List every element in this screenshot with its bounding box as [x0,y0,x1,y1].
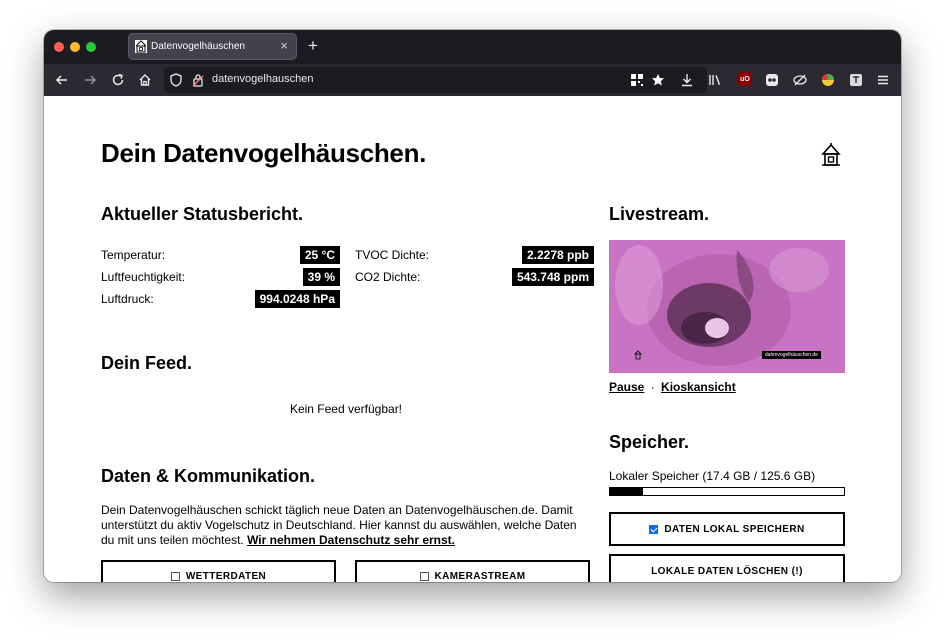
zoom-window-button[interactable] [86,42,96,52]
weather-data-checkbox[interactable] [170,571,180,581]
close-window-button[interactable] [54,42,64,52]
save-locally-label: DATEN LOKAL SPEICHERN [664,523,805,535]
controls-separator: · [650,380,655,394]
url-text[interactable]: datenvogelhauschen [212,73,314,85]
camera-stream-checkbox[interactable] [419,571,429,581]
livestream-video[interactable]: datenvogelhäuschen.de [609,240,845,373]
stream-watermark: datenvogelhäuschen.de [761,351,821,359]
camera-stream-toggle-button[interactable]: KAMERASTREAM [355,560,590,582]
co2-value: 543.748 ppm [511,268,594,286]
color-extension-icon[interactable] [819,71,837,89]
downloads-icon[interactable] [678,71,696,89]
data-communication-heading: Daten & Kommunikation. [101,466,316,486]
reload-icon[interactable] [109,71,127,89]
translate-extension-icon[interactable] [847,71,865,89]
humidity-value: 39 % [302,268,340,286]
storage-heading: Speicher. [609,432,690,452]
temperature-label: Temperatur: [101,248,166,262]
tab-close-icon[interactable]: × [280,38,288,54]
menu-hamburger-icon[interactable] [874,71,892,89]
privacy-extension-icon[interactable] [791,71,809,89]
browser-tab[interactable]: Datenvogelhäuschen × [128,33,297,60]
feed-heading: Dein Feed. [101,353,193,373]
weather-data-toggle-button[interactable]: WETTERDATEN [101,560,336,582]
camera-stream-label: KAMERASTREAM [434,570,526,582]
humidity-label: Luftfeuchtigkeit: [101,270,186,284]
birdhouse-logo-icon[interactable] [821,143,841,167]
navigation-bar: datenvogelhauschen uO [44,64,901,96]
page-content: Dein Datenvogelhäuschen. Aktueller Statu… [44,96,901,582]
stream-birdhouse-icon [634,350,642,360]
data-communication-text: Dein Datenvogelhäuschen schickt täglich … [101,503,591,548]
browser-window: Datenvogelhäuschen × + datenvogelhausche… [44,30,901,582]
weather-data-label: WETTERDATEN [185,570,267,582]
url-bar[interactable]: datenvogelhauschen [164,67,707,93]
tab-bar: Datenvogelhäuschen × + [44,30,901,64]
home-icon[interactable] [136,71,154,89]
kiosk-view-link[interactable]: Kioskansicht [661,380,736,394]
save-locally-toggle-button[interactable]: DATEN LOKAL SPEICHERN [609,512,845,546]
pressure-label: Luftdruck: [101,292,154,306]
ublock-origin-icon[interactable]: uO [738,72,752,86]
forward-icon[interactable] [81,71,99,89]
minimize-window-button[interactable] [70,42,80,52]
tvoc-label: TVOC Dichte: [355,248,430,262]
tracking-protection-shield-icon[interactable] [170,73,182,87]
page-title: Dein Datenvogelhäuschen. [101,138,427,168]
back-icon[interactable] [53,71,71,89]
birdhouse-favicon-icon [135,40,147,53]
co2-label: CO2 Dichte: [355,270,421,284]
save-locally-checkbox[interactable] [649,524,659,534]
local-storage-label: Lokaler Speicher (17.4 GB / 125.6 GB) [609,469,816,483]
delete-local-data-label: LOKALE DATEN LÖSCHEN (!) [651,565,803,577]
storage-progress-bar [609,487,845,496]
pressure-value: 994.0248 hPa [254,290,340,308]
livestream-controls: Pause · Kioskansicht [609,380,736,394]
livestream-heading: Livestream. [609,204,710,224]
privacy-link[interactable]: Wir nehmen Datenschutz sehr ernst. [247,533,455,547]
feed-empty-message: Kein Feed verfügbar! [289,402,403,416]
tvoc-value: 2.2278 ppb [521,246,594,264]
ghostery-icon[interactable] [763,71,781,89]
tab-title: Datenvogelhäuschen [151,41,245,52]
bookmark-star-icon[interactable] [651,73,665,87]
status-heading: Aktueller Statusbericht. [101,204,304,224]
storage-progress-fill [610,488,643,495]
new-tab-button[interactable]: + [308,36,318,56]
library-icon[interactable] [706,71,724,89]
delete-local-data-button[interactable]: LOKALE DATEN LÖSCHEN (!) [609,554,845,582]
qr-code-icon[interactable] [630,73,644,87]
temperature-value: 25 °C [299,246,340,264]
pause-link[interactable]: Pause [609,380,644,394]
insecure-lock-icon[interactable] [192,73,204,87]
